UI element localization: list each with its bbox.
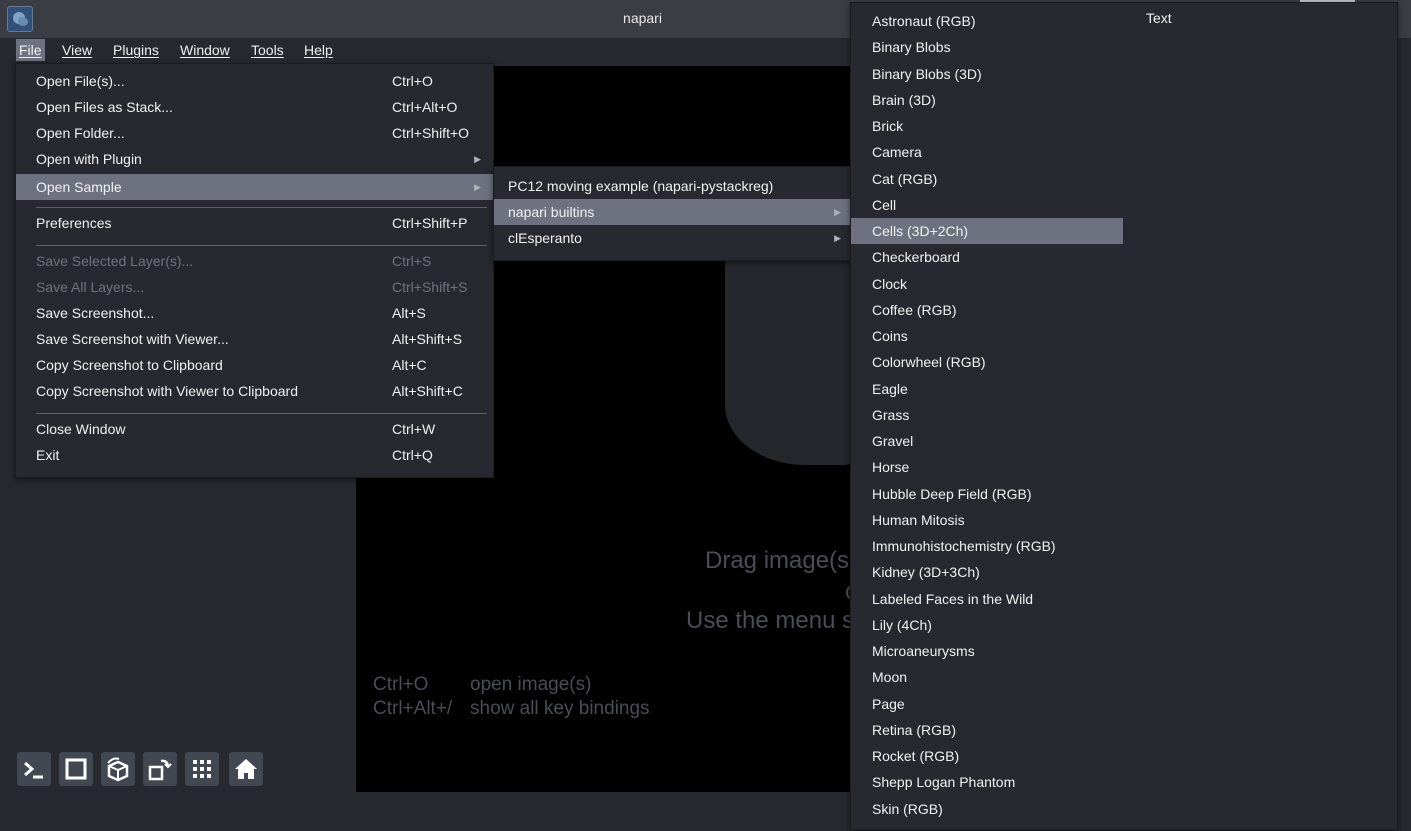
ndisplay-square-icon [65, 758, 87, 780]
menu-item-open-folder[interactable]: Open Folder... Ctrl+Shift+O [16, 120, 493, 146]
home-icon [235, 759, 257, 779]
sample-item-binary-blobs-3d[interactable]: Binary Blobs (3D) [851, 61, 1123, 87]
menu-item-copy-screenshot[interactable]: Copy Screenshot to Clipboard Alt+C [16, 352, 493, 378]
sample-item-cell[interactable]: Cell [851, 192, 1123, 218]
sample-item-moon[interactable]: Moon [851, 664, 1123, 690]
shortcut-desc: open image(s) [470, 674, 592, 695]
menu-item-open-with-plugin[interactable]: Open with Plugin ▶ [16, 146, 493, 172]
welcome-menu-text: Use the menu s [686, 607, 855, 634]
chevron-right-icon: ▶ [834, 233, 841, 243]
menu-item-open-files-stack[interactable]: Open Files as Stack... Ctrl+Alt+O [16, 94, 493, 120]
shortcut-keys: Ctrl+Alt+/ [373, 698, 453, 719]
menu-item-exit[interactable]: Exit Ctrl+Q [16, 442, 493, 468]
menu-help[interactable]: Help [301, 39, 336, 61]
grid-button[interactable] [185, 752, 219, 786]
menu-separator [36, 413, 487, 414]
sample-item-hubble-deep-field-rgb[interactable]: Hubble Deep Field (RGB) [851, 481, 1123, 507]
napari-builtins-submenu: Text Astronaut (RGB) Binary Blobs Binary B… [850, 2, 1398, 830]
sample-item-colorwheel-rgb[interactable]: Colorwheel (RGB) [851, 349, 1123, 375]
menu-item-napari-builtins[interactable]: napari builtins ▶ [494, 199, 851, 225]
window-title: napari [623, 10, 662, 26]
menu-separator [36, 207, 487, 208]
menu-item-open-files[interactable]: Open File(s)... Ctrl+O [16, 68, 493, 94]
file-menu: Open File(s)... Ctrl+O Open Files as Stac… [15, 63, 494, 478]
sample-item-checkerboard[interactable]: Checkerboard [851, 244, 1123, 270]
open-sample-submenu: PC12 moving example (napari-pystackreg) … [493, 166, 852, 261]
welcome-drag-text: Drag image(s [705, 547, 850, 574]
sample-item-human-mitosis[interactable]: Human Mitosis [851, 507, 1123, 533]
sample-item-coins[interactable]: Coins [851, 323, 1123, 349]
sample-item-brain-3d[interactable]: Brain (3D) [851, 87, 1123, 113]
sample-item-microaneurysms[interactable]: Microaneurysms [851, 638, 1123, 664]
sample-item-clock[interactable]: Clock [851, 271, 1123, 297]
menu-window[interactable]: Window [177, 39, 233, 61]
menu-item-copy-screenshot-viewer[interactable]: Copy Screenshot with Viewer to Clipboard… [16, 378, 493, 404]
chevron-right-icon: ▶ [474, 154, 481, 164]
roll-dims-icon [107, 757, 129, 782]
chevron-right-icon: ▶ [834, 207, 841, 217]
transpose-icon [148, 759, 172, 781]
roll-dims-button[interactable] [101, 752, 135, 786]
sample-item-rocket-rgb[interactable]: Rocket (RGB) [851, 743, 1123, 769]
sample-item-cat-rgb[interactable]: Cat (RGB) [851, 166, 1123, 192]
menu-item-preferences[interactable]: Preferences Ctrl+Shift+P [16, 210, 493, 236]
sample-item-labeled-faces-in-the-wild[interactable]: Labeled Faces in the Wild [851, 586, 1123, 612]
menu-plugins[interactable]: Plugins [110, 39, 162, 61]
sample-item-astronaut-rgb[interactable]: Astronaut (RGB) [851, 8, 1123, 34]
sample-item-binary-blobs[interactable]: Binary Blobs [851, 34, 1123, 60]
napari-logo-icon[interactable] [7, 6, 33, 32]
menu-item-pc12-example[interactable]: PC12 moving example (napari-pystackreg) [494, 173, 851, 199]
menu-item-save-all-layers: Save All Layers... Ctrl+Shift+S [36, 279, 468, 295]
menu-item-close-window[interactable]: Close Window Ctrl+W [16, 416, 493, 442]
sample-item-kidney-3d-3ch[interactable]: Kidney (3D+3Ch) [851, 559, 1123, 585]
column-header-text: Text [1146, 10, 1172, 26]
menu-item-clesperanto[interactable]: clEsperanto ▶ [494, 225, 851, 251]
menu-item-save-screenshot[interactable]: Save Screenshot... Alt+S [16, 300, 493, 326]
sample-item-lily-4ch[interactable]: Lily (4Ch) [851, 612, 1123, 638]
shortcut-desc: show all key bindings [470, 698, 650, 719]
sample-item-grass[interactable]: Grass [851, 402, 1123, 428]
sample-item-horse[interactable]: Horse [851, 454, 1123, 480]
shortcut-keys: Ctrl+O [373, 674, 429, 695]
menu-tools[interactable]: Tools [248, 39, 287, 61]
menu-separator [36, 245, 487, 246]
menu-item-open-sample[interactable]: Open Sample ▶ [16, 174, 493, 200]
sample-item-skin-rgb[interactable]: Skin (RGB) [851, 796, 1123, 822]
home-button[interactable] [229, 752, 263, 786]
sample-item-shepp-logan-phantom[interactable]: Shepp Logan Phantom [851, 769, 1123, 795]
sample-item-cells-3d-2ch[interactable]: Cells (3D+2Ch) [851, 218, 1123, 244]
menu-view[interactable]: View [59, 39, 95, 61]
ndisplay-button[interactable] [59, 752, 93, 786]
grid-icon [193, 760, 211, 778]
sample-item-immunohistochemistry-rgb[interactable]: Immunohistochemistry (RGB) [851, 533, 1123, 559]
console-icon [24, 761, 43, 779]
sample-item-retina-rgb[interactable]: Retina (RGB) [851, 717, 1123, 743]
sample-item-coffee-rgb[interactable]: Coffee (RGB) [851, 297, 1123, 323]
menu-item-save-selected-layers: Save Selected Layer(s)... Ctrl+S [36, 253, 432, 269]
transpose-button[interactable] [143, 752, 177, 786]
menu-file[interactable]: File [16, 39, 45, 61]
sample-item-gravel[interactable]: Gravel [851, 428, 1123, 454]
sample-item-page[interactable]: Page [851, 691, 1123, 717]
console-button[interactable] [17, 752, 51, 786]
sample-item-camera[interactable]: Camera [851, 139, 1123, 165]
sample-item-brick[interactable]: Brick [851, 113, 1123, 139]
chevron-right-icon: ▶ [474, 182, 481, 192]
menu-item-save-screenshot-viewer[interactable]: Save Screenshot with Viewer... Alt+Shift+… [16, 326, 493, 352]
sample-item-eagle[interactable]: Eagle [851, 376, 1123, 402]
